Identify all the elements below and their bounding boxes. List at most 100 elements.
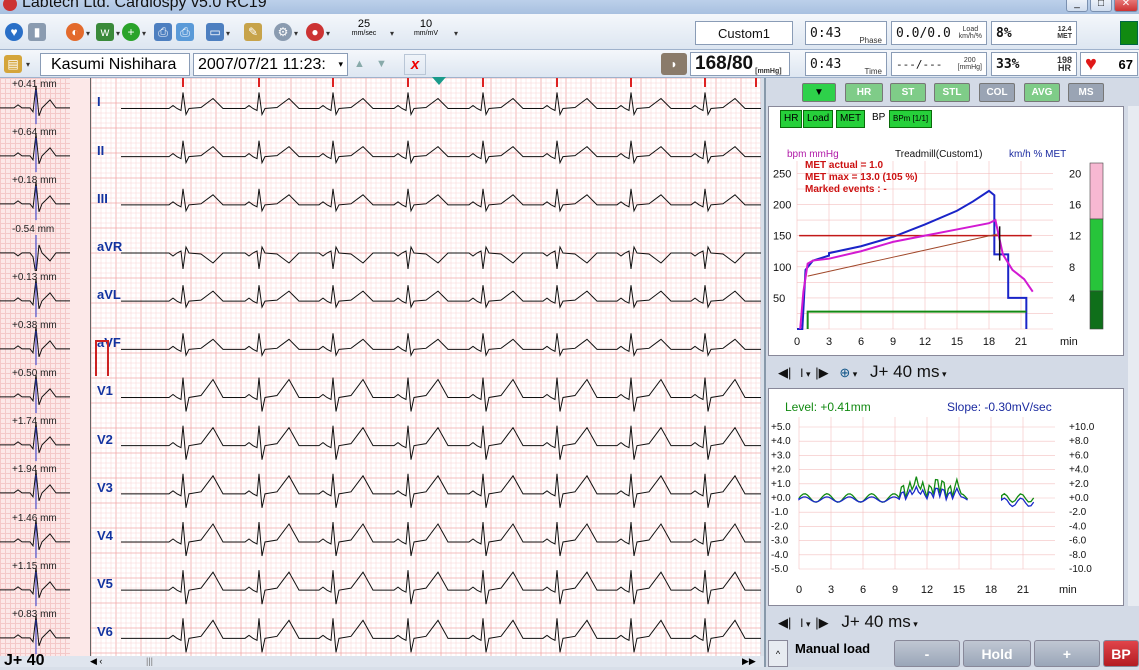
left-margin — [70, 78, 90, 656]
y-right-tick-20: 20 — [1069, 168, 1081, 180]
st-y-right-4: +2.0 — [1069, 479, 1089, 490]
load-box: 0.0/0.0 Load km/h/% — [891, 21, 987, 45]
ecg-waveform-panel: I II III aVR aVL aVF V1 V2 V3 V4 V5 V6 — [90, 78, 761, 656]
navigate-down-icon[interactable]: ▼ — [376, 58, 387, 70]
time-label: Time — [864, 67, 882, 76]
total-time-box: 0:43 Time — [805, 52, 887, 76]
calibration-pulse — [95, 340, 109, 376]
st-y-right-6: -2.0 — [1069, 507, 1087, 518]
x-tick-0: 0 — [794, 336, 800, 348]
record-icon[interactable]: ● — [306, 23, 324, 41]
scroll-right-icon[interactable]: ▶▶ — [742, 656, 756, 667]
prev-lead-icon[interactable]: ◀| — [778, 365, 791, 380]
st-y-right-7: -4.0 — [1069, 521, 1087, 532]
window-title: Labtech Ltd. Cardiospy v5.0 RC19 — [22, 0, 267, 11]
print-preview-icon[interactable]: ⎙ — [176, 23, 194, 41]
zoom-icon[interactable]: ⊕ — [839, 365, 850, 380]
collapse-button[interactable]: ▼ — [802, 83, 836, 102]
avg-beat-7 — [0, 374, 70, 414]
level-bar-low — [1089, 290, 1104, 330]
phase-time: 0:43 — [810, 25, 842, 41]
st-x-tick-18: 18 — [985, 584, 997, 596]
x-tick-6: 6 — [858, 336, 864, 348]
bp-box: 168/80 [mmHg] — [690, 52, 790, 76]
view-st-button[interactable]: ST — [890, 83, 926, 102]
hold-button[interactable]: Hold — [963, 640, 1031, 667]
expand-panel-icon[interactable]: ^ — [768, 640, 788, 667]
trend-protocol: Treadmill(Custom1) — [895, 149, 982, 160]
speed-unit: mm/sec — [351, 30, 377, 37]
load-minus-button[interactable]: - — [894, 640, 960, 667]
prev-lead2-icon[interactable]: ◀| — [778, 615, 791, 630]
y-left-tick-200: 200 — [773, 200, 791, 212]
scroll-thumb[interactable]: ||| — [146, 656, 153, 666]
avg-beat-5 — [0, 278, 70, 317]
exam-datetime-dropdown[interactable]: 2007/07/21 11:23: ▾ — [193, 53, 348, 76]
avg-beat-9 — [0, 471, 70, 510]
st-y-left-2: +3.0 — [771, 450, 791, 461]
st-x-tick-21: 21 — [1017, 584, 1029, 596]
avg-beat-11 — [0, 567, 70, 606]
settings-icon[interactable]: ⚙ — [274, 23, 292, 41]
cursor-marker-icon[interactable] — [432, 77, 446, 85]
navigate-up-icon[interactable]: ▲ — [354, 58, 365, 70]
view-ms-button[interactable]: MS — [1068, 83, 1104, 102]
load-plus-button[interactable]: + — [1034, 640, 1100, 667]
level-bar-top — [1089, 162, 1104, 220]
lead-label-V1: V1 — [97, 383, 113, 399]
speed-series — [797, 189, 1028, 330]
gain-value: 10 — [419, 18, 433, 30]
hr-box: 33% 198 HR — [991, 52, 1077, 76]
waveform-icon[interactable]: w — [96, 23, 114, 41]
heart-rate-box: ♥ 67 — [1080, 52, 1138, 76]
exam-datetime: 2007/07/21 11:23: — [198, 56, 326, 73]
st-y-right-2: +6.0 — [1069, 450, 1089, 461]
speed-selector[interactable]: 25 mm/sec — [336, 18, 392, 37]
bp-cuff-icon[interactable]: ◗ — [661, 53, 687, 75]
next-lead2-icon[interactable]: |▶ — [815, 615, 828, 630]
next-lead-icon[interactable]: |▶ — [815, 365, 828, 380]
view-avg-button[interactable]: AVG — [1024, 83, 1060, 102]
view-hr-button[interactable]: HR — [845, 83, 883, 102]
maximize-button[interactable]: □ — [1090, 0, 1112, 12]
lead-label-aVR: aVR — [97, 238, 123, 254]
view-col-button[interactable]: COL — [979, 83, 1015, 102]
protocol-box[interactable]: Custom1 — [695, 21, 793, 45]
monitor-icon[interactable]: ▭ — [206, 23, 224, 41]
edit-icon[interactable]: ✎ — [244, 23, 262, 41]
st-x-tick-6: 6 — [860, 584, 866, 596]
print-icon[interactable]: ⎙ — [154, 23, 172, 41]
marked-events: Marked events : - — [805, 184, 887, 195]
gain-selector[interactable]: 10 mm/mV — [398, 18, 454, 37]
scroll-left-icon[interactable]: ◀ ‹ — [90, 656, 102, 667]
clear-icon[interactable]: x — [404, 54, 426, 75]
st-y-left-5: +0.0 — [771, 493, 791, 504]
heart-monitor-icon[interactable]: ♥ — [5, 23, 23, 41]
chart-icon[interactable]: ▮ — [28, 23, 46, 41]
folder-icon[interactable]: ▤ — [4, 55, 22, 73]
right-scrollbar[interactable] — [1128, 106, 1139, 606]
st-trend-panel: Level: +0.41mm Slope: -0.30mV/sec +5.0 +4.0… — [768, 388, 1124, 606]
bp-measure-button[interactable]: BP — [1103, 640, 1139, 667]
stress-test-icon[interactable]: ◐ — [66, 23, 84, 41]
total-time: 0:43 — [810, 56, 842, 72]
app-icon — [3, 0, 17, 11]
gain-unit: mm/mV — [413, 30, 439, 37]
lead-label-V5: V5 — [97, 576, 113, 592]
bottom-jpoint-selector[interactable]: J+ 40 ms — [841, 612, 910, 631]
st-y-right-0: +10.0 — [1069, 422, 1095, 433]
st-level-list: +0.41 mm +0.64 mm +0.18 mm -0.54 mm +0.13 mm… — [0, 78, 70, 656]
load-value: 0.0/0.0 — [896, 25, 951, 41]
patient-name-field[interactable]: Kasumi Nishihara — [40, 53, 190, 76]
avg-beat-4 — [0, 234, 70, 271]
ecg-grid — [91, 78, 761, 656]
close-button[interactable]: ✕ — [1114, 0, 1138, 12]
minimize-button[interactable]: _ — [1066, 0, 1088, 12]
add-icon[interactable]: + — [122, 23, 140, 41]
heart-rate-value: 67 — [1118, 56, 1133, 72]
st-x-tick-12: 12 — [921, 584, 933, 596]
view-stl-button[interactable]: STL — [934, 83, 970, 102]
y-left-tick-100: 100 — [773, 262, 791, 274]
beat-marker — [755, 78, 757, 87]
st-jpoint-selector[interactable]: J+ 40 ms — [870, 362, 939, 381]
